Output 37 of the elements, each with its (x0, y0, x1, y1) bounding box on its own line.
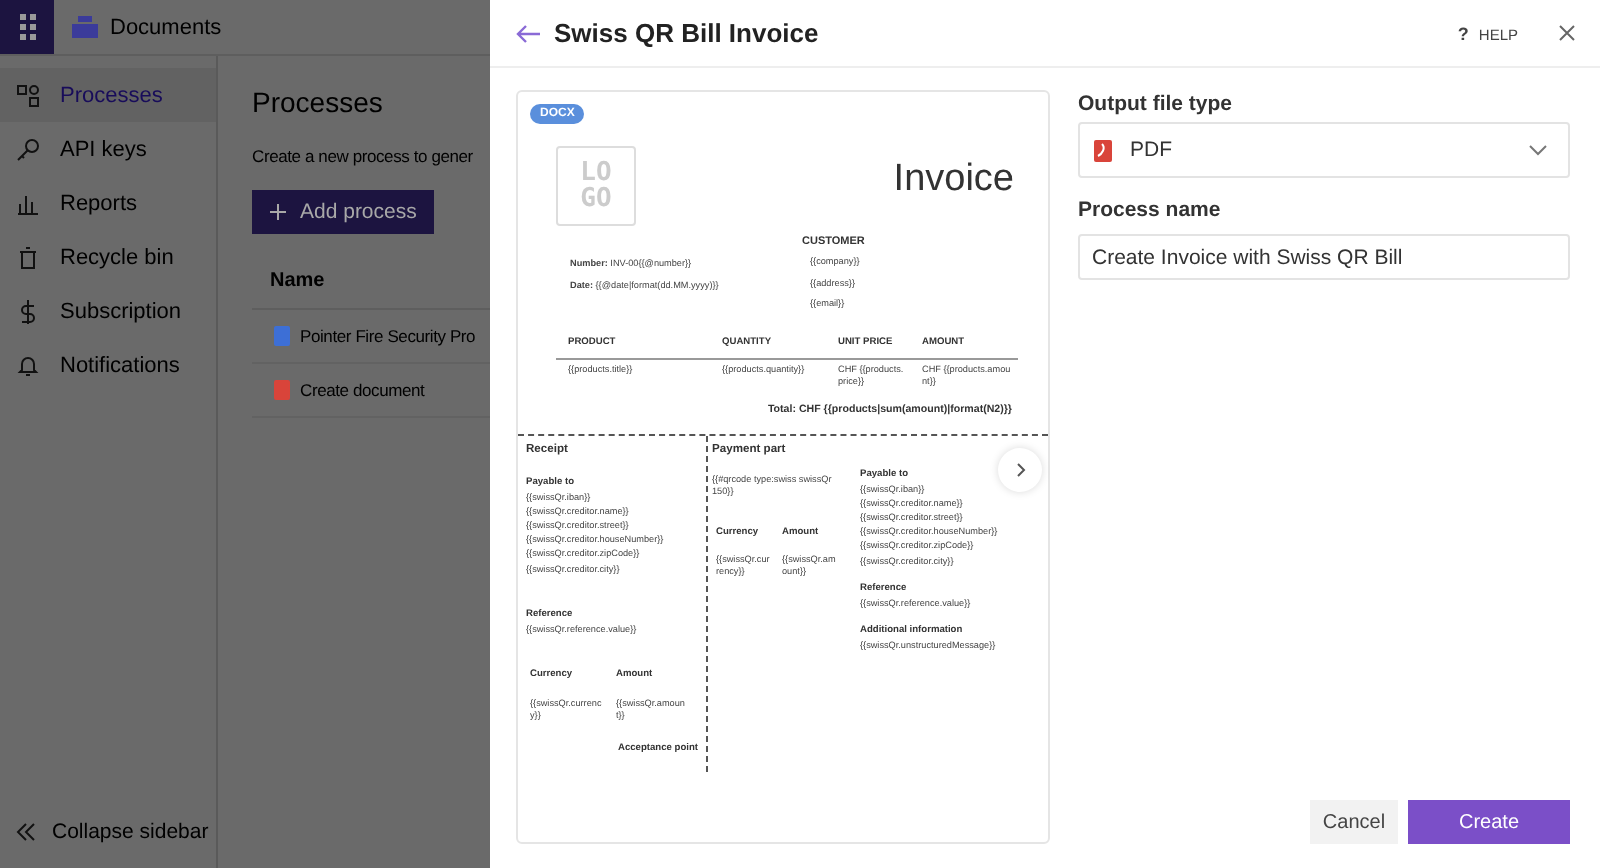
page-title: Processes (252, 86, 383, 118)
chevron-right-icon (1015, 462, 1025, 478)
back-arrow-icon[interactable] (516, 23, 540, 43)
product-name: Documents (110, 15, 222, 39)
nodes-icon (16, 83, 40, 107)
double-chevron-left-icon (16, 821, 36, 841)
sidebar-item[interactable]: Recycle bin (0, 230, 216, 284)
grid-icon (19, 13, 35, 41)
create-button[interactable]: Create (1408, 800, 1570, 844)
collapse-sidebar-button[interactable]: Collapse sidebar (0, 804, 216, 858)
sidebar-item[interactable]: Subscription (0, 284, 216, 338)
field-label: Output file type (1078, 92, 1234, 116)
add-process-button[interactable]: Add process (252, 190, 435, 234)
trash-icon (16, 245, 40, 269)
plus-icon (270, 204, 286, 220)
printer-icon (72, 16, 98, 38)
sidebar-item[interactable]: Notifications (0, 338, 216, 392)
page-subtitle: Create a new process to gener (252, 146, 473, 166)
word-file-icon (274, 326, 290, 346)
dialog-title: Swiss QR Bill Invoice (554, 18, 819, 48)
close-icon[interactable] (1558, 24, 1576, 42)
key-icon (16, 137, 40, 161)
app-menu-button[interactable] (0, 0, 54, 54)
invoice-title: Invoice (893, 158, 1014, 202)
sidebar-item[interactable]: API keys (0, 122, 216, 176)
pdf-file-icon (1094, 139, 1112, 161)
bar-chart-icon (16, 191, 40, 215)
bell-icon (16, 353, 40, 377)
sidebar-item[interactable]: Processes (0, 68, 216, 122)
process-name-field[interactable]: Create Invoice with Swiss QR Bill (1078, 234, 1570, 280)
cancel-button[interactable]: Cancel (1310, 800, 1398, 844)
output-file-type-dropdown[interactable]: PDF (1078, 122, 1570, 178)
dollar-icon (16, 299, 40, 323)
pdf-file-icon (274, 380, 290, 400)
field-label: Process name (1078, 198, 1223, 222)
sidebar-item[interactable]: Reports (0, 176, 216, 230)
chevron-down-icon (1528, 144, 1548, 156)
